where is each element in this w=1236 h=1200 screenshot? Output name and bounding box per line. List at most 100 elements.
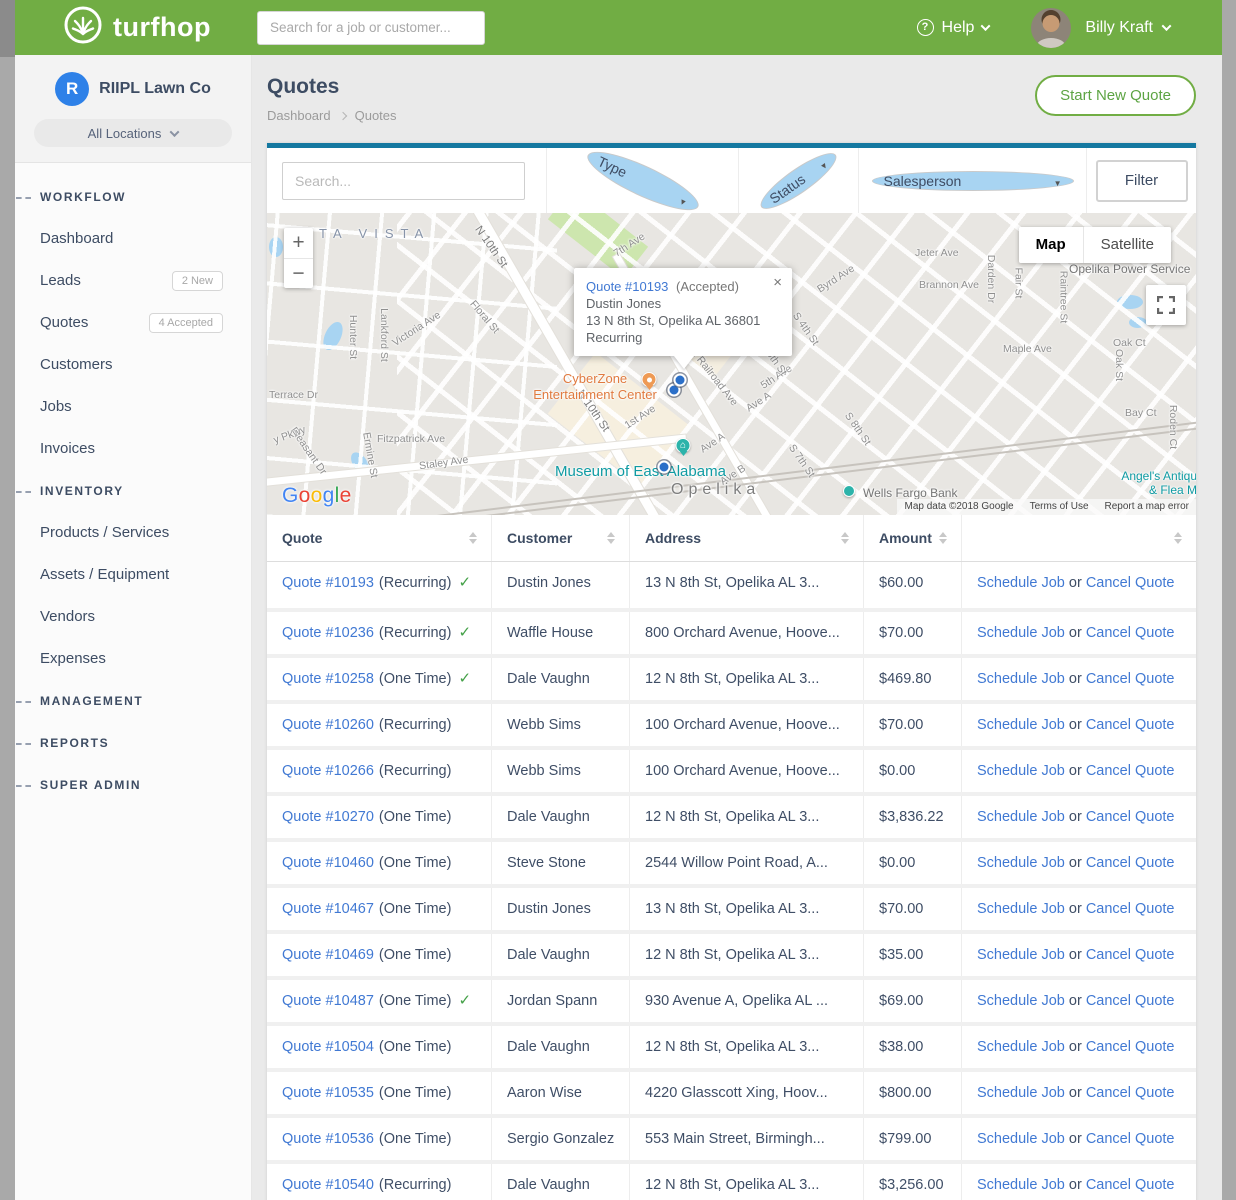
help-menu[interactable]: Help: [917, 19, 990, 37]
museum-poi-pin-icon: [676, 438, 691, 453]
quote-link[interactable]: Quote #10467: [282, 901, 374, 917]
popup-close-button[interactable]: ×: [773, 274, 782, 291]
schedule-job-link[interactable]: Schedule Job: [977, 1131, 1065, 1147]
schedule-job-link[interactable]: Schedule Job: [977, 1177, 1065, 1193]
start-new-quote-button[interactable]: Start New Quote: [1035, 75, 1196, 116]
user-menu[interactable]: Billy Kraft: [1085, 19, 1170, 37]
col-header-address[interactable]: Address: [629, 515, 863, 561]
sidebar-item-leads[interactable]: Leads2 New: [15, 260, 251, 302]
cancel-quote-link[interactable]: Cancel Quote: [1086, 901, 1175, 917]
quote-link[interactable]: Quote #10270: [282, 809, 374, 825]
amount-cell: $3,256.00: [863, 1164, 961, 1200]
nav-badge: 2 New: [172, 271, 223, 291]
sort-icon[interactable]: [607, 532, 615, 544]
breadcrumb-dashboard[interactable]: Dashboard: [267, 108, 331, 123]
quote-map-marker[interactable]: [658, 461, 671, 474]
sidebar-item-assets-equipment[interactable]: Assets / Equipment: [15, 554, 251, 596]
quote-link[interactable]: Quote #10266: [282, 763, 374, 779]
report-map-error-link[interactable]: Report a map error: [1105, 501, 1189, 512]
quote-link[interactable]: Quote #10258: [282, 671, 374, 687]
quote-link[interactable]: Quote #10504: [282, 1039, 374, 1055]
cancel-quote-link[interactable]: Cancel Quote: [1086, 1039, 1175, 1055]
cancel-quote-link[interactable]: Cancel Quote: [1086, 625, 1175, 641]
address-cell: 13 N 8th St, Opelika AL 3...: [629, 888, 863, 930]
sidebar-item-vendors[interactable]: Vendors: [15, 596, 251, 638]
cancel-quote-link[interactable]: Cancel Quote: [1086, 763, 1175, 779]
cancel-quote-link[interactable]: Cancel Quote: [1086, 947, 1175, 963]
quote-link[interactable]: Quote #10236: [282, 625, 374, 641]
sidebar-item-products-services[interactable]: Products / Services: [15, 512, 251, 554]
satellite-view-button[interactable]: Satellite: [1083, 227, 1171, 263]
quotes-search-input[interactable]: [282, 162, 525, 200]
cancel-quote-link[interactable]: Cancel Quote: [1086, 1131, 1175, 1147]
schedule-job-link[interactable]: Schedule Job: [977, 763, 1065, 779]
quote-link[interactable]: Quote #10535: [282, 1085, 374, 1101]
brand-logo[interactable]: turfhop: [63, 5, 211, 50]
scrollbar-thumb[interactable]: [0, 0, 15, 57]
col-header-actions[interactable]: [961, 515, 1196, 561]
user-avatar[interactable]: [1031, 8, 1071, 48]
cancel-quote-link[interactable]: Cancel Quote: [1086, 809, 1175, 825]
cancel-quote-link[interactable]: Cancel Quote: [1086, 993, 1175, 1009]
popup-quote-link[interactable]: Quote #10193: [586, 279, 668, 294]
type-select[interactable]: Type: [581, 141, 704, 220]
col-header-quote[interactable]: Quote: [267, 515, 491, 561]
sidebar-item-quotes[interactable]: Quotes4 Accepted: [15, 302, 251, 344]
schedule-job-link[interactable]: Schedule Job: [977, 901, 1065, 917]
table-row: Quote #10469(One Time)Dale Vaughn12 N 8t…: [267, 930, 1196, 976]
quote-link[interactable]: Quote #10193: [282, 575, 374, 591]
locations-dropdown[interactable]: All Locations: [34, 119, 232, 147]
col-header-customer[interactable]: Customer: [491, 515, 629, 561]
schedule-job-link[interactable]: Schedule Job: [977, 947, 1065, 963]
quote-link[interactable]: Quote #10487: [282, 993, 374, 1009]
fullscreen-button[interactable]: [1146, 285, 1186, 325]
quote-link[interactable]: Quote #10540: [282, 1177, 374, 1193]
sort-icon[interactable]: [841, 532, 849, 544]
app-window: turfhop Help Billy Kraft R RIIPL Lawn Co…: [15, 0, 1222, 1200]
schedule-job-link[interactable]: Schedule Job: [977, 855, 1065, 871]
quote-link[interactable]: Quote #10260: [282, 717, 374, 733]
map[interactable]: TA VISTAVictoria AveFloral StN 10th StN …: [267, 213, 1196, 515]
cancel-quote-link[interactable]: Cancel Quote: [1086, 1177, 1175, 1193]
quote-link[interactable]: Quote #10469: [282, 947, 374, 963]
schedule-job-link[interactable]: Schedule Job: [977, 625, 1065, 641]
global-search-input[interactable]: [257, 11, 485, 45]
zoom-in-button[interactable]: +: [284, 228, 313, 258]
quote-link[interactable]: Quote #10460: [282, 855, 374, 871]
terms-of-use-link[interactable]: Terms of Use: [1030, 501, 1089, 512]
schedule-job-link[interactable]: Schedule Job: [977, 809, 1065, 825]
sidebar-item-jobs[interactable]: Jobs: [15, 386, 251, 428]
sort-icon[interactable]: [939, 532, 947, 544]
sidebar-item-dashboard[interactable]: Dashboard: [15, 218, 251, 260]
cancel-quote-link[interactable]: Cancel Quote: [1086, 717, 1175, 733]
sort-icon[interactable]: [1174, 532, 1182, 544]
filter-button[interactable]: Filter: [1096, 160, 1188, 202]
customer-cell: Dale Vaughn: [491, 934, 629, 976]
salesperson-select[interactable]: Salesperson: [872, 171, 1074, 191]
sidebar-item-invoices[interactable]: Invoices: [15, 428, 251, 470]
schedule-job-link[interactable]: Schedule Job: [977, 993, 1065, 1009]
schedule-job-link[interactable]: Schedule Job: [977, 575, 1065, 591]
status-select[interactable]: Status: [754, 145, 842, 217]
sidebar-item-customers[interactable]: Customers: [15, 344, 251, 386]
map-view-button[interactable]: Map: [1019, 227, 1083, 263]
sidebar-item-expenses[interactable]: Expenses: [15, 638, 251, 680]
zoom-out-button[interactable]: −: [284, 258, 313, 288]
schedule-job-link[interactable]: Schedule Job: [977, 671, 1065, 687]
quote-cell: Quote #10460(One Time): [267, 842, 491, 884]
cancel-quote-link[interactable]: Cancel Quote: [1086, 1085, 1175, 1101]
right-scrollbar[interactable]: [1222, 0, 1236, 1200]
quote-link[interactable]: Quote #10536: [282, 1131, 374, 1147]
quote-cell: Quote #10469(One Time): [267, 934, 491, 976]
sort-icon[interactable]: [469, 532, 477, 544]
schedule-job-link[interactable]: Schedule Job: [977, 1039, 1065, 1055]
schedule-job-link[interactable]: Schedule Job: [977, 1085, 1065, 1101]
customer-cell: Dustin Jones: [491, 562, 629, 608]
left-scrollbar[interactable]: [0, 0, 15, 1200]
cancel-quote-link[interactable]: Cancel Quote: [1086, 855, 1175, 871]
schedule-job-link[interactable]: Schedule Job: [977, 717, 1065, 733]
cancel-quote-link[interactable]: Cancel Quote: [1086, 671, 1175, 687]
cancel-quote-link[interactable]: Cancel Quote: [1086, 575, 1175, 591]
col-header-amount[interactable]: Amount: [863, 515, 961, 561]
google-logo[interactable]: Google: [282, 484, 352, 508]
